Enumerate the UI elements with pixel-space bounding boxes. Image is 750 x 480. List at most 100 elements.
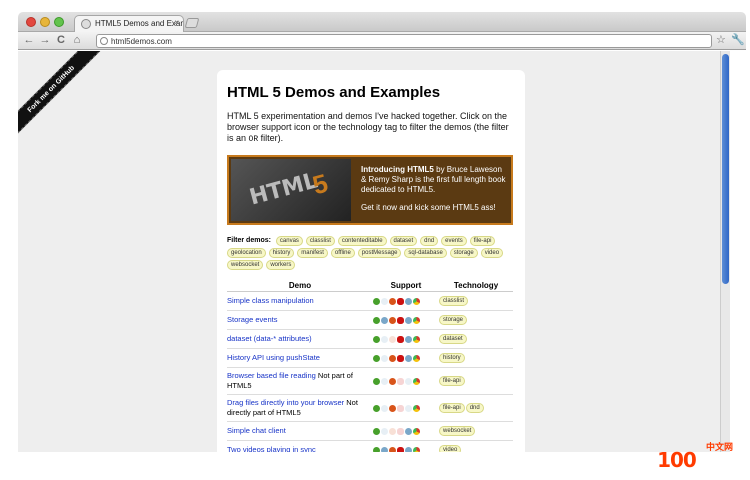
home-button[interactable]: ⌂: [70, 33, 84, 47]
chrome-support-icon[interactable]: [413, 446, 420, 452]
reload-button[interactable]: C: [54, 33, 68, 47]
banner-cta[interactable]: Get it now and kick some HTML5 ass!: [361, 203, 509, 213]
technology-tag[interactable]: dnd: [465, 403, 484, 413]
demo-link[interactable]: Simple chat client: [227, 426, 286, 435]
demo-link[interactable]: Browser based file reading: [227, 371, 316, 380]
chrome-support-icon[interactable]: [413, 404, 420, 412]
firefox-support-icon[interactable]: [389, 297, 396, 305]
ie-support-icon[interactable]: [373, 446, 380, 452]
safari-support-icon[interactable]: [381, 297, 388, 305]
demo-link[interactable]: Drag files directly into your browser: [227, 398, 344, 407]
filter-tag[interactable]: offline: [330, 248, 355, 258]
filter-tag[interactable]: sql-database: [404, 248, 447, 258]
vertical-scrollbar[interactable]: [720, 51, 730, 452]
safari-mobile-support-icon[interactable]: [405, 354, 412, 362]
fork-github-ribbon[interactable]: Fork me on GitHub: [18, 51, 103, 141]
safari-support-icon[interactable]: [381, 316, 388, 324]
chrome-support-icon[interactable]: [413, 377, 420, 385]
opera-support-icon[interactable]: [397, 354, 404, 362]
filter-tag[interactable]: file-api: [469, 236, 496, 246]
safari-mobile-support-icon[interactable]: [405, 446, 412, 452]
ie-support-icon[interactable]: [373, 427, 380, 435]
filter-tag[interactable]: video: [480, 248, 504, 258]
ie-support-icon[interactable]: [373, 297, 380, 305]
opera-support-icon[interactable]: [397, 404, 404, 412]
safari-support-icon[interactable]: [381, 377, 388, 385]
filter-tag[interactable]: storage: [449, 248, 478, 258]
filter-tag[interactable]: history: [268, 248, 295, 258]
browser-tab[interactable]: HTML5 Demos and Examples ×: [74, 15, 184, 32]
technology-tag[interactable]: history: [439, 353, 465, 363]
filter-tag[interactable]: websocket: [227, 260, 264, 270]
chrome-support-icon[interactable]: [413, 427, 420, 435]
bookmark-star-icon[interactable]: ☆: [716, 33, 726, 46]
safari-mobile-support-icon[interactable]: [405, 377, 412, 385]
demo-link[interactable]: dataset (data-* attributes): [227, 334, 312, 343]
filter-tag[interactable]: contenteditable: [337, 236, 387, 246]
scrollbar-thumb[interactable]: [722, 54, 729, 284]
ie-support-icon[interactable]: [373, 354, 380, 362]
safari-support-icon[interactable]: [381, 427, 388, 435]
chrome-support-icon[interactable]: [413, 297, 420, 305]
technology-tag[interactable]: websocket: [439, 426, 476, 436]
wrench-menu-icon[interactable]: 🔧: [731, 33, 745, 46]
filter-tag[interactable]: dataset: [389, 236, 418, 246]
new-tab-button[interactable]: [184, 18, 200, 28]
opera-support-icon[interactable]: [397, 446, 404, 452]
opera-support-icon[interactable]: [397, 377, 404, 385]
demo-link[interactable]: Storage events: [227, 315, 277, 324]
safari-support-icon[interactable]: [381, 404, 388, 412]
firefox-support-icon[interactable]: [389, 335, 396, 343]
firefox-support-icon[interactable]: [389, 404, 396, 412]
technology-tag[interactable]: classlist: [439, 296, 469, 306]
firefox-support-icon[interactable]: [389, 446, 396, 452]
firefox-support-icon[interactable]: [389, 377, 396, 385]
demo-link[interactable]: Simple class manipulation: [227, 296, 314, 305]
filter-tag[interactable]: postMessage: [357, 248, 402, 258]
opera-support-icon[interactable]: [397, 297, 404, 305]
filter-tag[interactable]: classlist: [305, 236, 335, 246]
technology-tag[interactable]: dataset: [439, 334, 467, 344]
safari-mobile-support-icon[interactable]: [405, 427, 412, 435]
chrome-support-icon[interactable]: [413, 316, 420, 324]
opera-support-icon[interactable]: [397, 335, 404, 343]
safari-support-icon[interactable]: [381, 446, 388, 452]
safari-support-icon[interactable]: [381, 335, 388, 343]
safari-support-icon[interactable]: [381, 354, 388, 362]
ie-support-icon[interactable]: [373, 316, 380, 324]
firefox-support-icon[interactable]: [389, 354, 396, 362]
book-banner[interactable]: HTML 5 Introducing HTML5 by Bruce Laweso…: [227, 155, 513, 225]
filter-tag[interactable]: events: [441, 236, 467, 246]
firefox-support-icon[interactable]: [389, 316, 396, 324]
close-window-button[interactable]: [26, 17, 36, 27]
safari-mobile-support-icon[interactable]: [405, 316, 412, 324]
filter-tag[interactable]: canvas: [275, 236, 303, 246]
ie-support-icon[interactable]: [373, 335, 380, 343]
demo-link[interactable]: History API using pushState: [227, 353, 320, 362]
filter-tag[interactable]: manifest: [297, 248, 328, 258]
ie-support-icon[interactable]: [373, 404, 380, 412]
technology-tag[interactable]: file-api: [439, 376, 465, 386]
ie-support-icon[interactable]: [373, 377, 380, 385]
safari-mobile-support-icon[interactable]: [405, 297, 412, 305]
back-button[interactable]: ←: [22, 33, 36, 47]
firefox-support-icon[interactable]: [389, 427, 396, 435]
filter-tag[interactable]: dnd: [420, 236, 439, 246]
forward-button[interactable]: →: [38, 33, 52, 47]
opera-support-icon[interactable]: [397, 427, 404, 435]
technology-tag[interactable]: storage: [439, 315, 468, 325]
maximize-window-button[interactable]: [54, 17, 64, 27]
address-bar[interactable]: html5demos.com: [96, 34, 712, 48]
minimize-window-button[interactable]: [40, 17, 50, 27]
safari-mobile-support-icon[interactable]: [405, 335, 412, 343]
chrome-support-icon[interactable]: [413, 335, 420, 343]
technology-tag[interactable]: file-api: [439, 403, 465, 413]
filter-tag[interactable]: workers: [266, 260, 296, 270]
opera-support-icon[interactable]: [397, 316, 404, 324]
tab-close-icon[interactable]: ×: [174, 18, 179, 27]
chrome-support-icon[interactable]: [413, 354, 420, 362]
safari-mobile-support-icon[interactable]: [405, 404, 412, 412]
filter-tag[interactable]: geolocation: [227, 248, 266, 258]
demo-link[interactable]: Two videos playing in sync: [227, 445, 316, 452]
technology-tag[interactable]: video: [439, 445, 462, 452]
